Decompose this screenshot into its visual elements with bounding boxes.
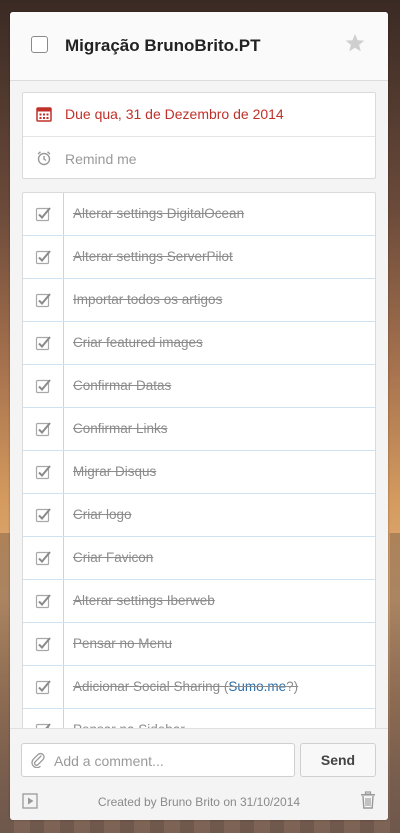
task-header: Migração BrunoBrito.PT: [10, 12, 388, 81]
subtask-text: Criar Favicon: [73, 550, 154, 565]
subtask-link[interactable]: Sumo.me: [228, 679, 286, 694]
task-meta-card: Due qua, 31 de Dezembro de 2014 Remind m…: [22, 92, 376, 179]
subtask-item[interactable]: Criar Favicon: [23, 537, 375, 580]
star-icon[interactable]: [345, 33, 365, 53]
subtask-text: Alterar settings ServerPilot: [73, 249, 233, 264]
subtask-text: Migrar Disqus: [73, 464, 157, 479]
subtask-item[interactable]: Criar featured images: [23, 322, 375, 365]
subtask-item[interactable]: Alterar settings DigitalOcean: [23, 193, 375, 236]
subtask-checkbox[interactable]: [35, 464, 51, 480]
subtask-item[interactable]: Adicionar Social Sharing (Sumo.me?): [23, 666, 375, 709]
subtask-text-after: ?): [286, 679, 299, 694]
task-complete-checkbox[interactable]: [31, 36, 48, 53]
subtask-item[interactable]: Importar todos os artigos: [23, 279, 375, 322]
subtask-item[interactable]: Confirmar Links: [23, 408, 375, 451]
subtask-checkbox[interactable]: [35, 421, 51, 437]
subtask-text-before: Adicionar Social Sharing (: [73, 679, 229, 694]
send-button[interactable]: Send: [300, 743, 376, 777]
subtask-text: Importar todos os artigos: [73, 292, 223, 307]
subtask-text: Adicionar Social Sharing (Sumo.me?): [73, 679, 298, 694]
remind-me-label: Remind me: [65, 151, 137, 167]
created-by-text: Created by Bruno Brito on 31/10/2014: [97, 795, 301, 809]
subtask-checkbox[interactable]: [35, 249, 51, 265]
calendar-icon: [36, 107, 52, 122]
subtask-text: Pensar no Menu: [73, 636, 173, 651]
subtask-text: Criar logo: [73, 507, 132, 522]
subtask-checkbox[interactable]: [35, 550, 51, 566]
subtask-checkbox[interactable]: [35, 206, 51, 222]
subtask-item[interactable]: Confirmar Datas: [23, 365, 375, 408]
subtask-text: Criar featured images: [73, 335, 203, 350]
comment-box: [21, 743, 295, 778]
subtask-checkbox[interactable]: [35, 593, 51, 609]
subtask-checkbox[interactable]: [35, 378, 51, 394]
subtask-item[interactable]: Migrar Disqus: [23, 451, 375, 494]
task-detail-panel: Migração BrunoBrito.PT Due qua, 31 de De…: [10, 12, 388, 820]
comment-footer: Send Created by Bruno Brito on 31/10/201…: [10, 728, 388, 820]
subtask-item[interactable]: Criar logo: [23, 494, 375, 537]
due-date-label: Due qua, 31 de Dezembro de 2014: [65, 106, 284, 122]
comment-input[interactable]: [52, 744, 294, 778]
subtask-item[interactable]: Alterar settings ServerPilot: [23, 236, 375, 279]
paperclip-icon[interactable]: [30, 752, 46, 768]
trash-icon[interactable]: [360, 791, 376, 809]
subtask-item[interactable]: Pensar no Menu: [23, 623, 375, 666]
subtask-checkbox[interactable]: [35, 679, 51, 695]
subtask-checkbox[interactable]: [35, 636, 51, 652]
subtask-checkbox[interactable]: [35, 292, 51, 308]
subtask-text: Confirmar Datas: [73, 378, 172, 393]
subtask-checkbox[interactable]: [35, 507, 51, 523]
subtask-checkbox[interactable]: [35, 335, 51, 351]
task-title[interactable]: Migração BrunoBrito.PT: [65, 36, 261, 56]
alarm-clock-icon: [37, 151, 51, 166]
subtask-text: Alterar settings DigitalOcean: [73, 206, 245, 221]
due-date-row[interactable]: Due qua, 31 de Dezembro de 2014: [23, 93, 375, 137]
subtask-text: Alterar settings Iberweb: [73, 593, 215, 608]
subtask-list: Alterar settings DigitalOcean Alterar set…: [22, 192, 376, 738]
subtask-item[interactable]: Alterar settings Iberweb: [23, 580, 375, 623]
subtask-text: Confirmar Links: [73, 421, 168, 436]
reminder-row[interactable]: Remind me: [23, 137, 375, 180]
